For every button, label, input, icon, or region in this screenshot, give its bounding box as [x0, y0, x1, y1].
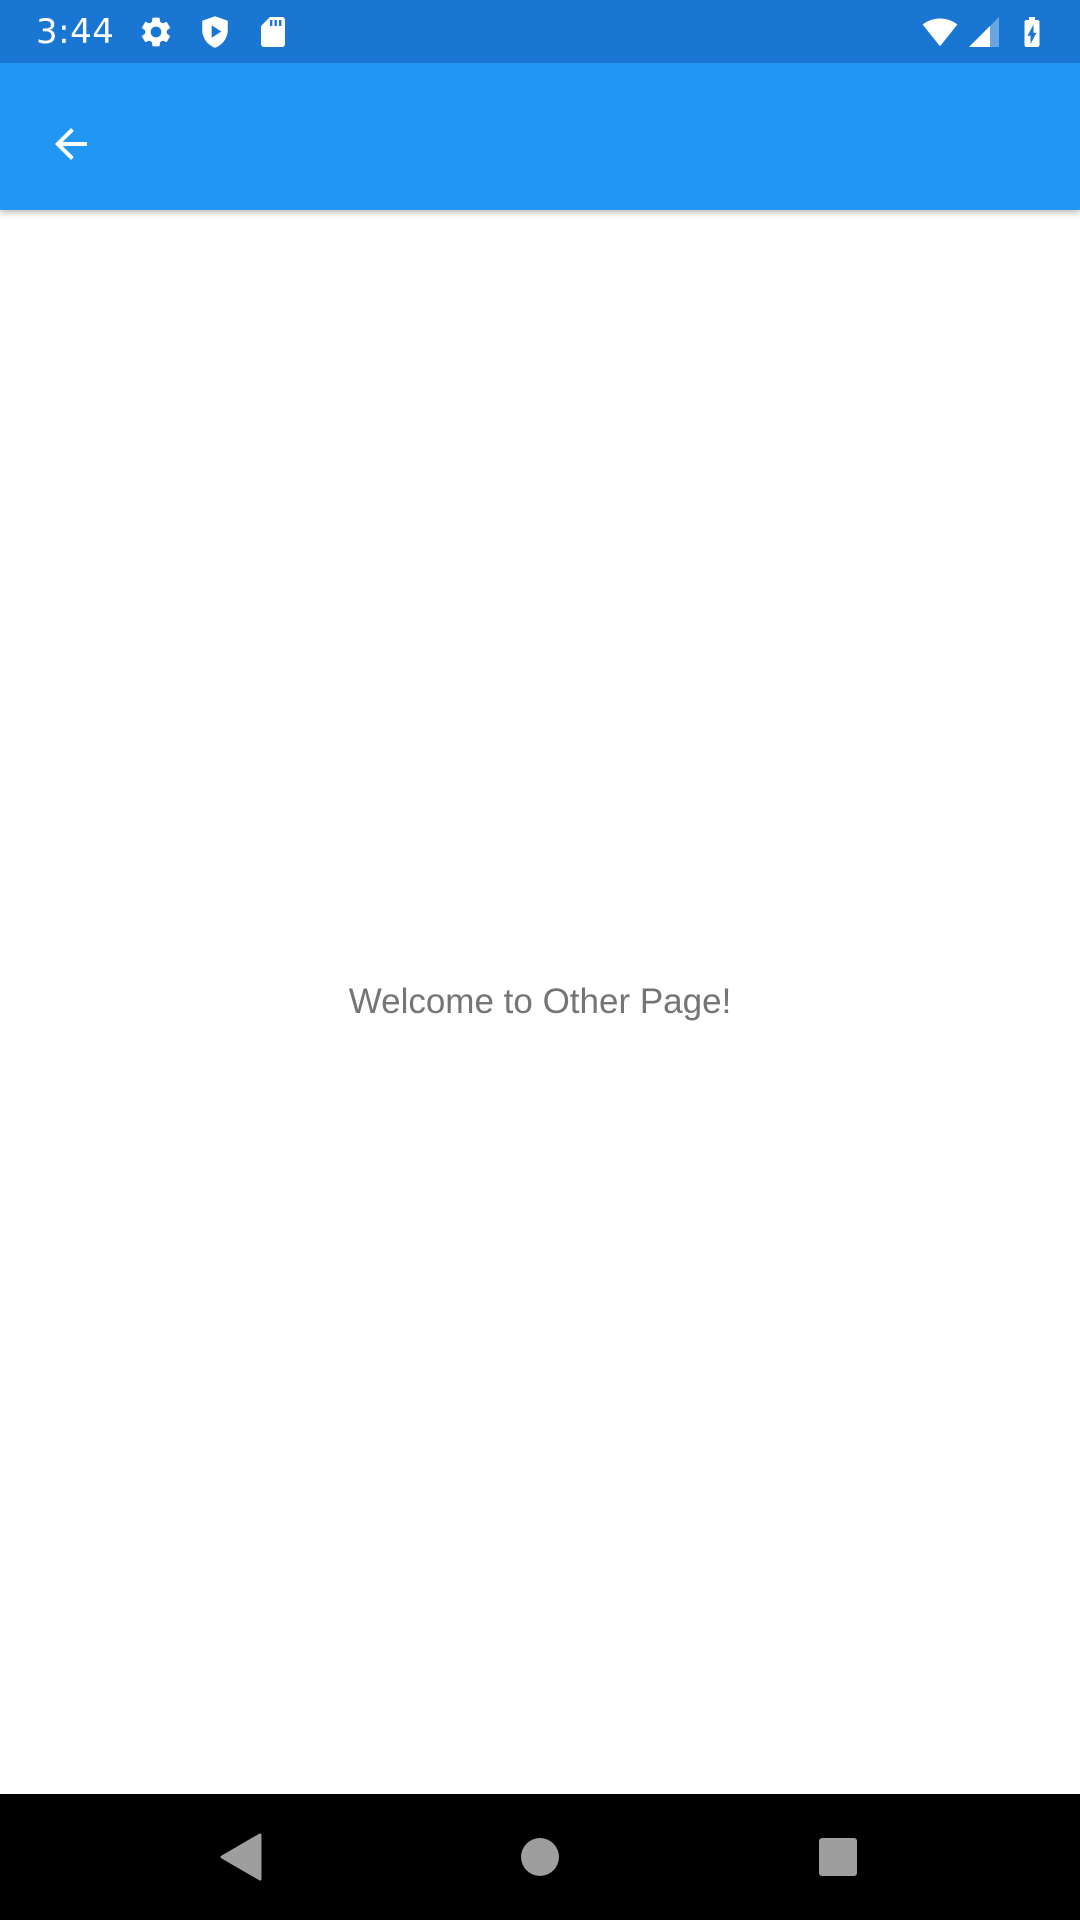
wifi-icon: [922, 18, 958, 47]
nav-recents-button[interactable]: [793, 1812, 883, 1902]
cell-signal-icon: [969, 17, 999, 47]
recents-square-icon: [819, 1838, 857, 1876]
nav-back-button[interactable]: [195, 1812, 285, 1902]
arrow-back-icon: [55, 128, 87, 160]
nav-home-button[interactable]: [495, 1812, 585, 1902]
status-bar: 3:44: [0, 0, 1080, 63]
system-nav-bar: [0, 1794, 1080, 1920]
battery-charging-icon: [1024, 17, 1040, 47]
back-triangle-icon: [220, 1833, 262, 1881]
status-time: 3:44: [36, 12, 115, 52]
home-circle-icon: [521, 1838, 559, 1876]
page-content: Welcome to Other Page!: [0, 210, 1080, 1794]
welcome-text: Welcome to Other Page!: [348, 982, 732, 1021]
sd-card-icon: [261, 17, 285, 47]
play-shield-icon: [202, 16, 228, 48]
screen: 3:44 Welcome to Other Page!: [0, 0, 1080, 1920]
gear-icon: [141, 17, 171, 47]
back-button[interactable]: [26, 99, 116, 189]
app-bar: [0, 63, 1080, 210]
